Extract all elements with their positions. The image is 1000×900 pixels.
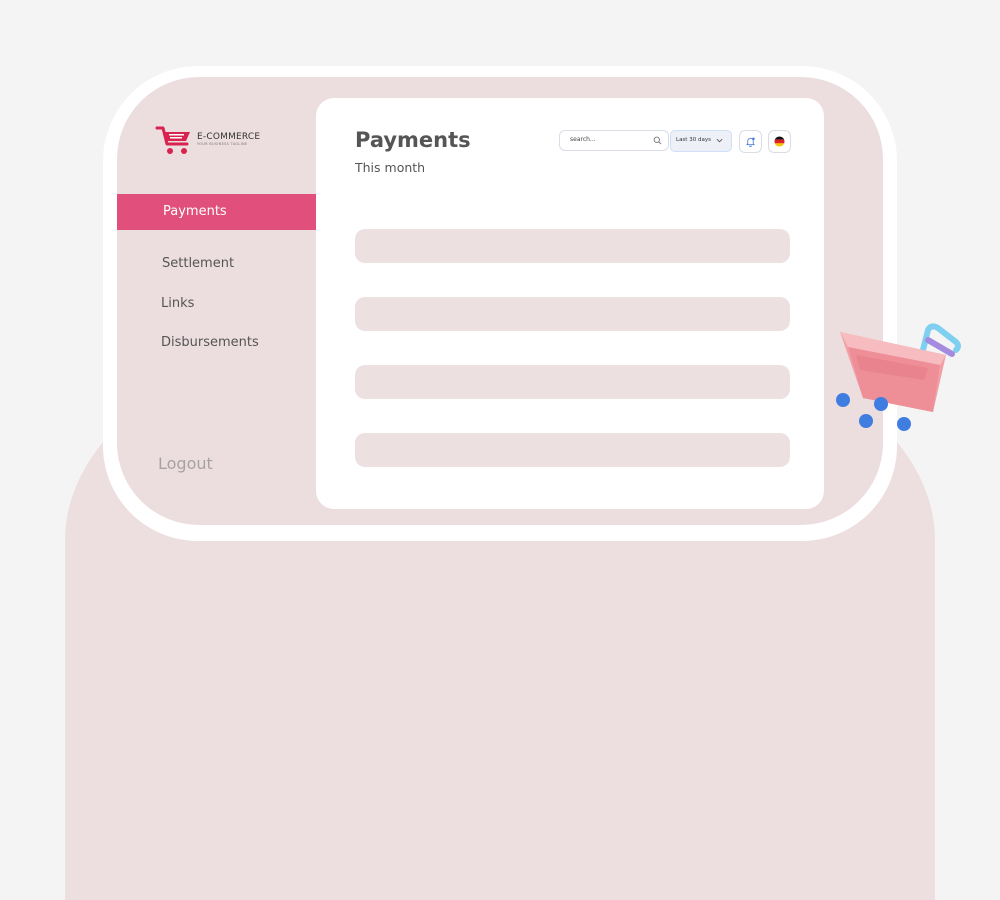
brand-tagline: YOUR BUSINESS TAGLINE [197, 142, 248, 147]
list-item[interactable] [355, 229, 790, 263]
cart-logo-icon [155, 126, 190, 154]
search-icon [653, 136, 662, 145]
bell-icon [746, 137, 755, 147]
sidebar-item-label: Payments [163, 204, 227, 219]
sidebar-item-settlement[interactable]: Settlement [162, 256, 234, 271]
date-range-value: Last 30 days [676, 137, 711, 143]
list-item[interactable] [355, 365, 790, 399]
page-title: Payments [355, 128, 471, 152]
language-button[interactable] [768, 130, 791, 153]
germany-flag-icon [774, 136, 785, 147]
sidebar-item-payments[interactable]: Payments [117, 194, 316, 230]
list-item[interactable] [355, 433, 790, 467]
date-range-dropdown[interactable]: Last 30 days [670, 130, 732, 152]
page-subtitle: This month [355, 160, 426, 175]
list-item[interactable] [355, 297, 790, 331]
chevron-down-icon [716, 138, 723, 143]
sidebar-item-disbursements[interactable]: Disbursements [161, 335, 259, 350]
sidebar-item-links[interactable]: Links [161, 296, 194, 311]
search-placeholder: search... [570, 136, 596, 143]
search-input[interactable]: search... [559, 130, 669, 151]
logout-button[interactable]: Logout [158, 454, 213, 473]
brand-logo[interactable]: E-COMMERCE YOUR BUSINESS TAGLINE [155, 124, 260, 156]
notifications-button[interactable] [739, 130, 762, 153]
brand-name: E-COMMERCE [197, 132, 261, 143]
shopping-cart-3d-icon [836, 323, 961, 431]
